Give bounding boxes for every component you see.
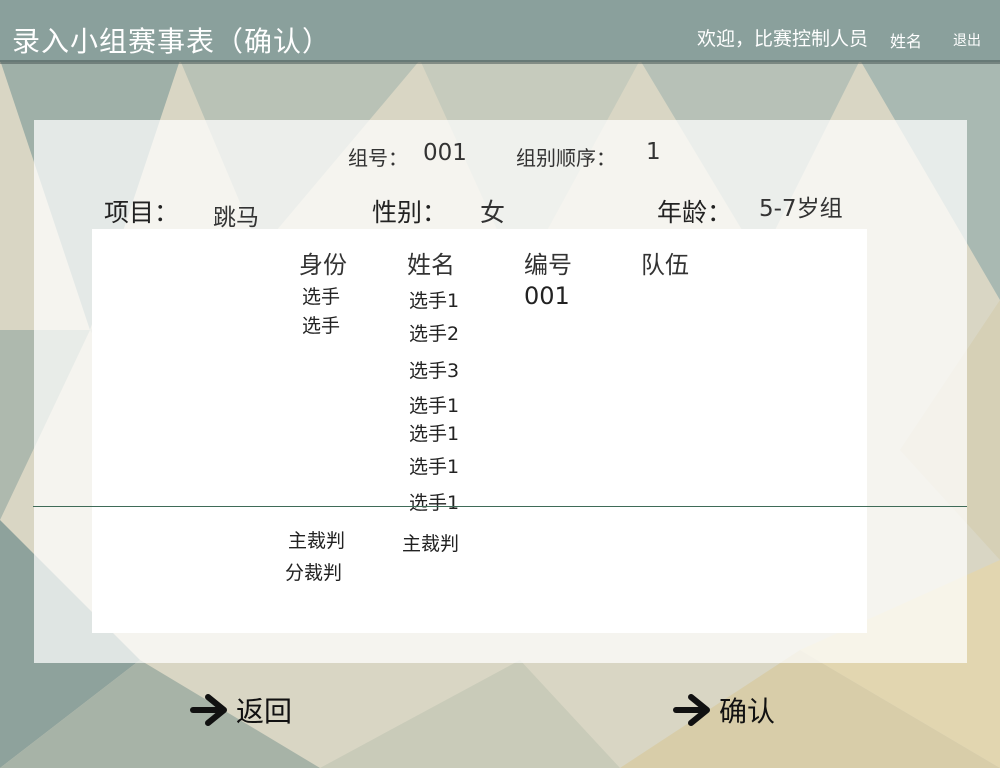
- back-button[interactable]: 返回: [190, 690, 292, 730]
- column-header-name: 姓名: [407, 251, 455, 279]
- gender-value: 女: [480, 198, 506, 227]
- section-divider: [33, 506, 967, 507]
- page-title: 录入小组赛事表（确认）: [12, 25, 332, 58]
- header-bar: 录入小组赛事表（确认） 欢迎，比赛控制人员 姓名 退出: [0, 0, 1000, 64]
- athlete-name-cell: 选手1: [409, 290, 460, 312]
- header-shadow: [0, 60, 1000, 64]
- athlete-number-cell: 001: [524, 282, 570, 310]
- group-order-value: 1: [646, 139, 661, 165]
- group-no-label: 组号：: [348, 146, 408, 170]
- event-label: 项目：: [104, 198, 180, 227]
- arrow-right-icon: [190, 694, 227, 726]
- logout-link[interactable]: 退出: [953, 30, 981, 50]
- column-header-role: 身份: [299, 251, 347, 279]
- group-order-label: 组别顺序：: [516, 146, 616, 170]
- judge-role-cell: 分裁判: [285, 562, 343, 584]
- athlete-name-cell: 选手1: [409, 456, 460, 478]
- column-header-team: 队伍: [641, 251, 689, 279]
- arrow-right-icon: [673, 694, 710, 726]
- athlete-name-cell: 选手1: [409, 492, 460, 514]
- column-header-number: 编号: [524, 251, 572, 279]
- age-group-value: 5-7岁组: [759, 196, 843, 222]
- schedule-table: [92, 229, 867, 633]
- group-no-value: 001: [423, 140, 467, 166]
- athlete-name-cell: 选手1: [409, 395, 460, 417]
- confirm-label: 确认: [719, 695, 776, 728]
- athlete-name-cell: 选手2: [409, 323, 460, 345]
- user-name: 姓名: [890, 32, 923, 51]
- athlete-name-cell: 选手1: [409, 423, 460, 445]
- judge-name-cell: 主裁判: [402, 533, 460, 555]
- back-label: 返回: [236, 695, 293, 728]
- event-value: 跳马: [213, 205, 259, 231]
- confirm-button[interactable]: 确认: [673, 690, 775, 730]
- age-label: 年龄：: [657, 198, 733, 227]
- gender-label: 性别：: [372, 198, 448, 227]
- judge-role-cell: 主裁判: [288, 530, 346, 552]
- athlete-role-cell: 选手: [302, 286, 341, 308]
- welcome-text: 欢迎，比赛控制人员: [697, 28, 869, 50]
- athlete-name-cell: 选手3: [409, 360, 460, 382]
- athlete-role-cell: 选手: [302, 315, 341, 337]
